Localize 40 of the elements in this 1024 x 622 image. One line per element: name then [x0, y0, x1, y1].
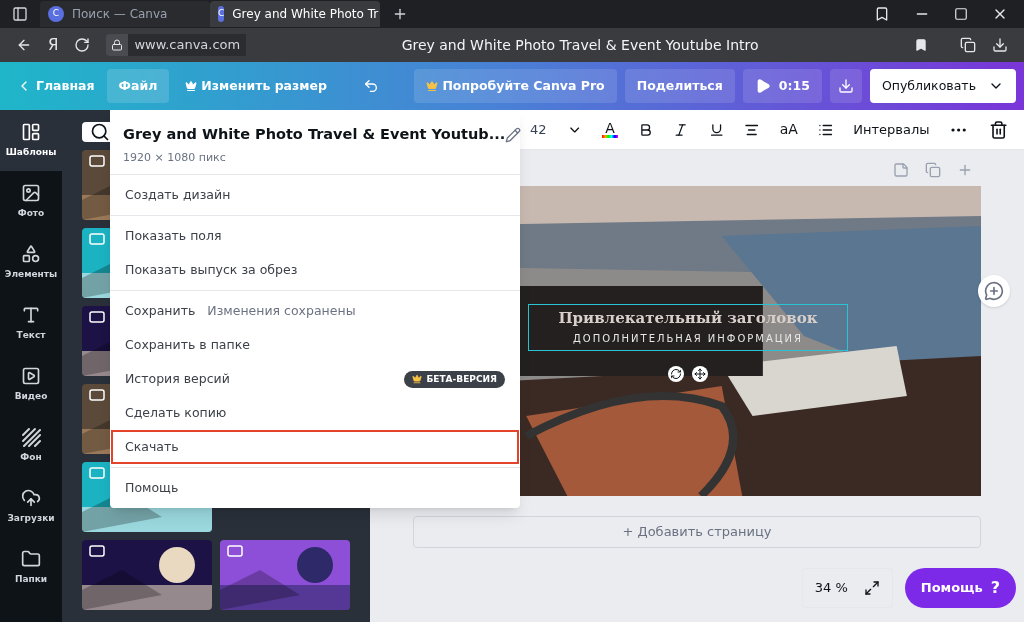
menu-item[interactable]: Помощь [111, 471, 519, 506]
menu-item[interactable]: Показать поля [111, 219, 519, 254]
sidebar-tab[interactable]: Видео [0, 354, 62, 415]
design-title: Grey and White Photo Travel & Event Youtub... [123, 125, 506, 144]
browser-logo[interactable]: Я [48, 33, 59, 57]
sidebar-tab[interactable]: Элементы [0, 232, 62, 293]
text-color-button[interactable]: A [601, 121, 618, 138]
menu-item[interactable]: Сделать копию [111, 396, 519, 431]
design-size: 1920 × 1080 пикс [123, 149, 227, 166]
menu-item[interactable]: Создать дизайн [111, 178, 519, 213]
play-button[interactable]: 0:15 [742, 69, 822, 103]
canva-logo-icon: C [218, 6, 225, 22]
page-title: Grey and White Photo Travel & Event Youtube Intro [400, 35, 760, 55]
publish-button[interactable]: Опубликовать [869, 69, 1016, 103]
spacing-button[interactable]: Интервалы [853, 119, 930, 140]
menu-item[interactable]: Скачать [111, 430, 519, 465]
zoom-level[interactable]: 34 % [814, 578, 848, 598]
beta-badge: БЕТА-ВЕРСИЯ [404, 370, 505, 388]
sidebar-tab[interactable]: Фото [0, 171, 62, 232]
sidebar-tab[interactable]: Фон [0, 415, 62, 476]
canva-logo-icon: C [48, 6, 64, 22]
save-status: Изменения сохранены [207, 301, 356, 320]
sidebar-tab[interactable]: Шаблоны [0, 110, 62, 171]
sidebar-tab[interactable]: Папки [0, 537, 62, 598]
letter-case-button[interactable]: aA [779, 119, 798, 140]
menu-item[interactable]: Сохранить Изменения сохранены [111, 294, 519, 329]
sidebar-tab[interactable]: Загрузки [0, 476, 62, 537]
help-button[interactable]: Помощь ? [904, 568, 1016, 608]
font-size-field[interactable]: 42 [530, 119, 547, 140]
menu-item[interactable]: История версий БЕТА-ВЕРСИЯ [111, 362, 519, 397]
browser-tab[interactable]: C Поиск — Canva [40, 1, 210, 27]
address-field[interactable]: www.canva.com [128, 34, 247, 56]
menu-item[interactable]: Показать выпуск за обрез [111, 253, 519, 288]
menu-item-label: Сохранить [125, 301, 196, 320]
subline-text[interactable]: ДОПОЛНИТЕЛЬНАЯ ИНФОРМАЦИЯ [572, 331, 804, 346]
sidebar-tab[interactable]: Текст [0, 293, 62, 354]
menu-item[interactable]: Сохранить в папке [111, 328, 519, 363]
share-button[interactable]: Поделиться [624, 69, 735, 103]
browser-tab[interactable]: C Grey and White Photo Tr [210, 1, 380, 27]
add-page-button[interactable]: + Добавить страницу [413, 516, 981, 548]
